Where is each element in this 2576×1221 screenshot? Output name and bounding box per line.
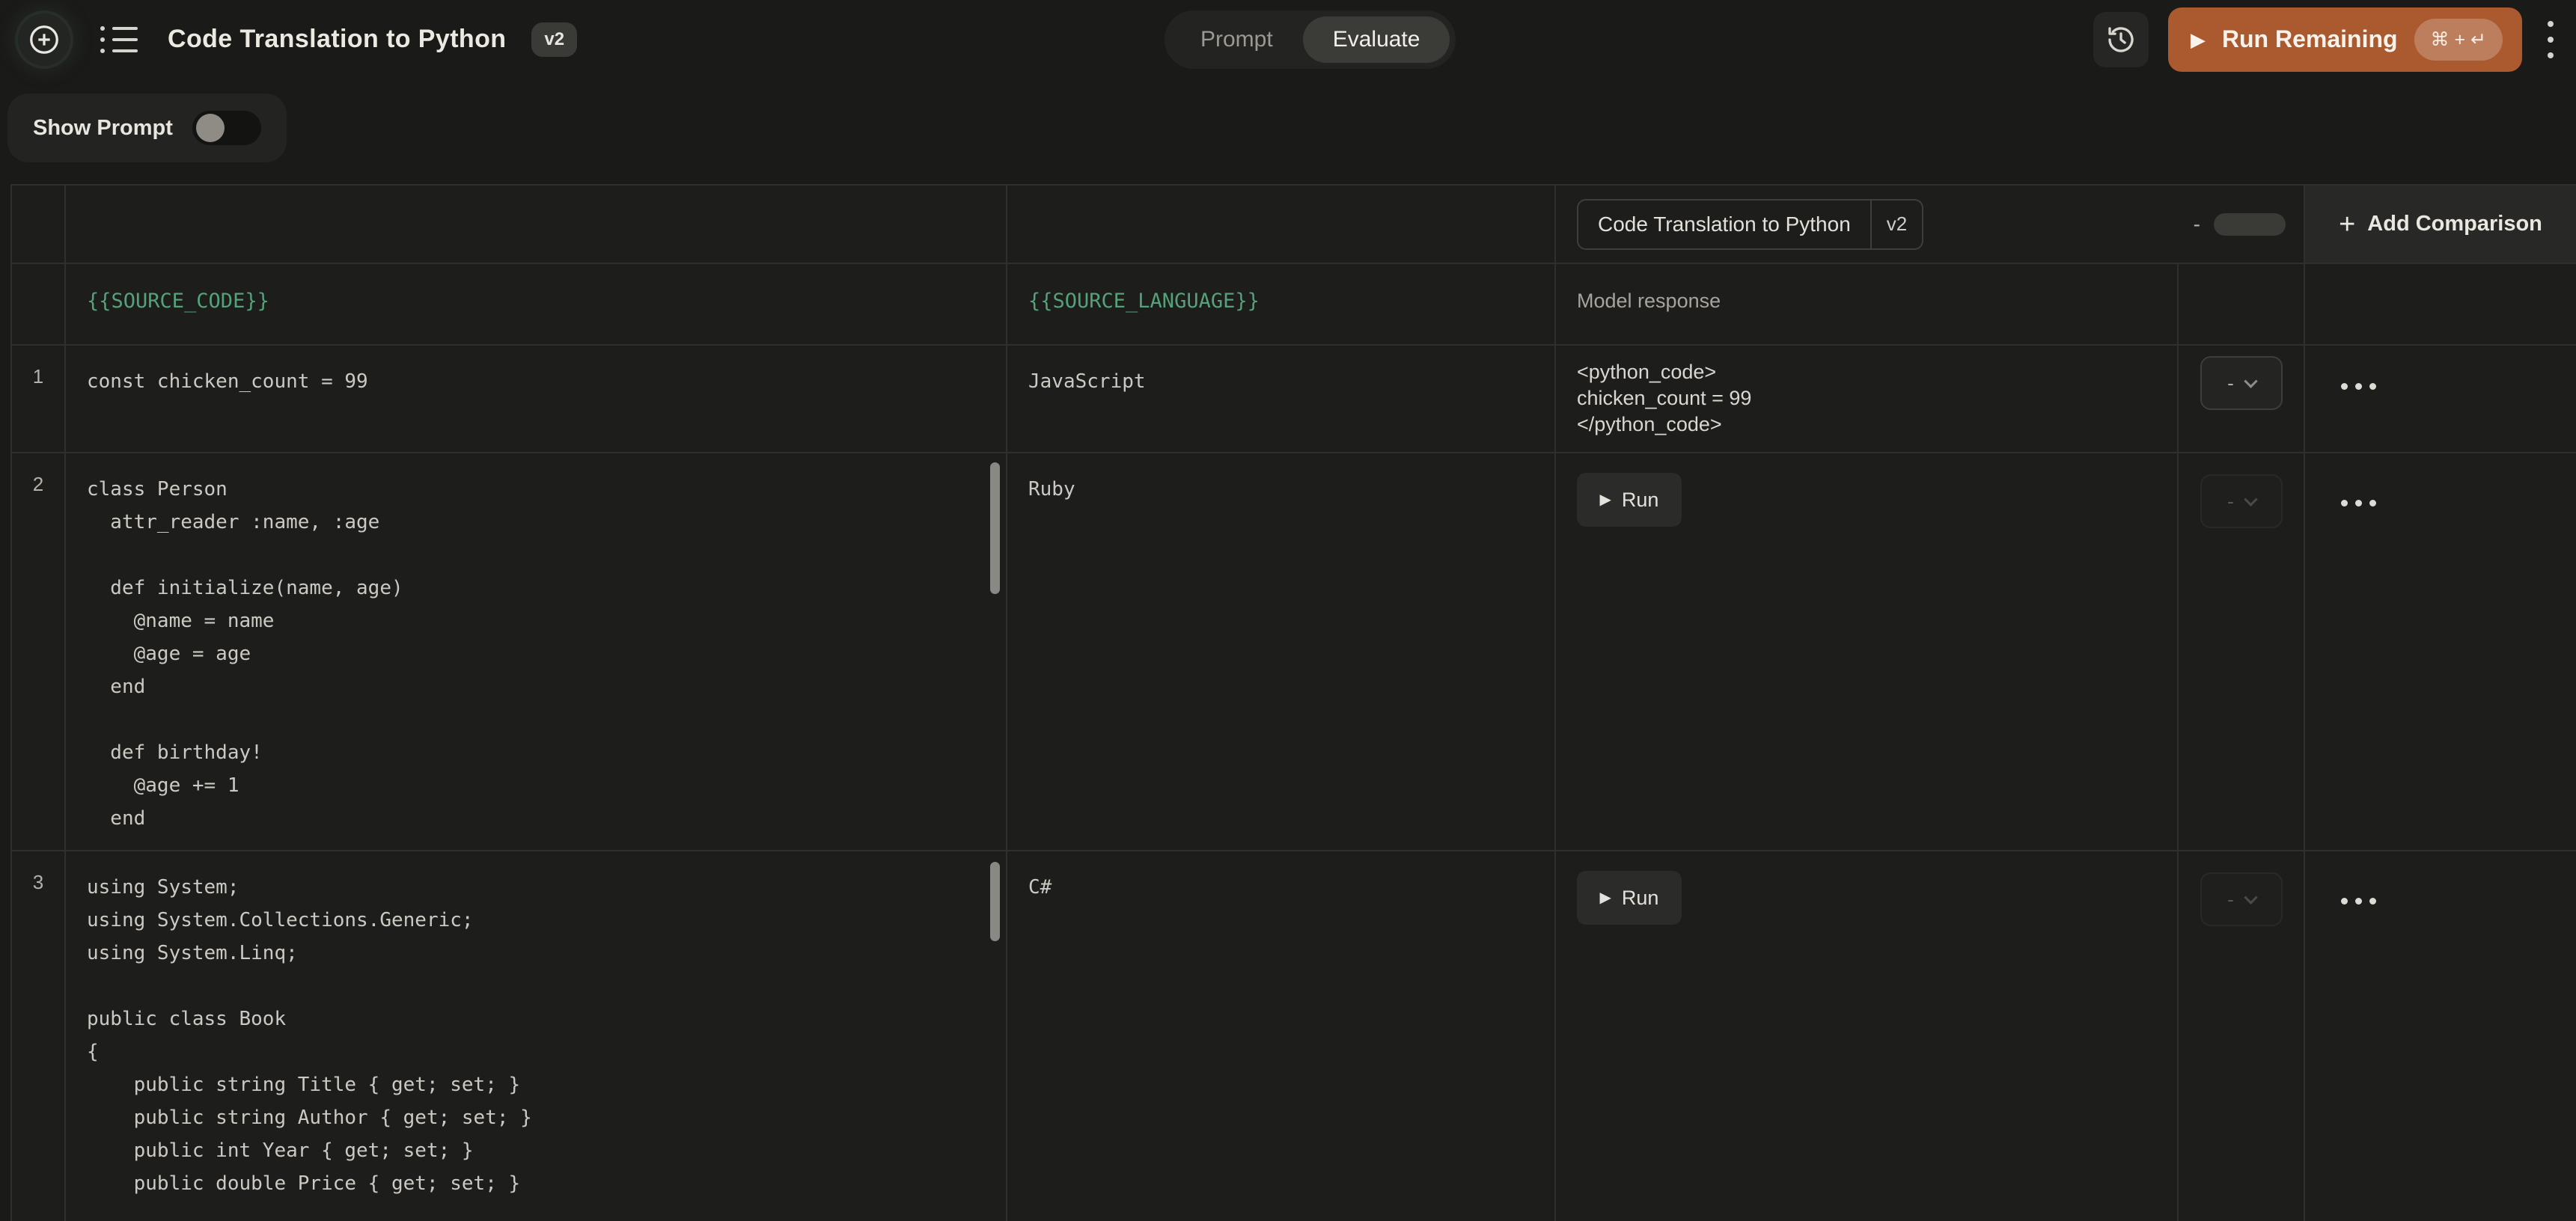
code-scrollbar[interactable] — [990, 462, 1000, 594]
model-response-cell[interactable]: <python_code> chicken_count = 99 </pytho… — [1556, 346, 2179, 453]
ellipsis-icon — [2341, 383, 2348, 390]
run-row-label: Run — [1622, 887, 1659, 910]
show-prompt-label: Show Prompt — [33, 116, 173, 141]
top-bar: Code Translation to Python v2 Prompt Eva… — [0, 0, 2576, 79]
source-code-value: const chicken_count = 99 — [87, 365, 985, 398]
source-code-cell[interactable]: class Person attr_reader :name, :age def… — [66, 453, 1007, 851]
row-number: 1 — [12, 346, 66, 453]
source-code-cell[interactable]: using System; using System.Collections.G… — [66, 851, 1007, 1221]
tab-prompt[interactable]: Prompt — [1171, 16, 1303, 63]
kebab-icon — [2548, 21, 2554, 27]
source-language-cell[interactable]: C# — [1007, 851, 1556, 1221]
column-header-model-response: Model response — [1556, 264, 2179, 346]
row-menu-button[interactable] — [2341, 383, 2576, 390]
toolbar-response-cell: Code Translation to Python v2 - — [1556, 186, 2305, 264]
history-icon — [2105, 23, 2137, 56]
run-row-button[interactable]: ▶ Run — [1577, 871, 1682, 925]
score-summary-value: - — [2194, 212, 2200, 236]
comparison-chip-name: Code Translation to Python — [1578, 212, 1870, 236]
row-menu-button[interactable] — [2341, 500, 2576, 507]
score-value: - — [2227, 372, 2234, 395]
toolbar-source-code-cell — [66, 186, 1007, 264]
top-bar-right: ▶ Run Remaining ⌘ + ↵ — [2093, 0, 2560, 79]
score-summary: - — [2194, 212, 2304, 236]
run-remaining-button[interactable]: ▶ Run Remaining ⌘ + ↵ — [2168, 7, 2522, 72]
new-item-button[interactable] — [18, 13, 70, 66]
score-dropdown[interactable]: - — [2200, 356, 2283, 410]
toolbar-rownum-cell — [12, 186, 66, 264]
score-value: - — [2227, 888, 2234, 911]
column-header-source-language: {{SOURCE_LANGUAGE}} — [1007, 264, 1556, 346]
prompt-list-button[interactable] — [96, 22, 142, 58]
page-title: Code Translation to Python — [168, 25, 506, 54]
play-icon: ▶ — [2191, 30, 2206, 49]
row-number: 2 — [12, 453, 66, 851]
chevron-down-icon — [2244, 890, 2257, 904]
score-cell: - — [2179, 346, 2305, 453]
comparison-chip[interactable]: Code Translation to Python v2 — [1577, 199, 1923, 250]
row-menu-button[interactable] — [2341, 898, 2576, 905]
list-icon — [100, 26, 138, 31]
chevron-down-icon — [2244, 492, 2257, 506]
run-row-button[interactable]: ▶ Run — [1577, 473, 1682, 527]
score-dropdown[interactable]: - — [2200, 474, 2283, 528]
show-prompt-toggle[interactable] — [192, 111, 261, 145]
code-scrollbar[interactable] — [990, 862, 1000, 941]
source-language-value: JavaScript — [1028, 365, 1533, 398]
source-language-value: Ruby — [1028, 473, 1533, 506]
version-badge: v2 — [531, 22, 577, 57]
top-bar-left: Code Translation to Python v2 — [18, 0, 577, 79]
actions-cell — [2305, 453, 2576, 851]
column-header-score — [2179, 264, 2305, 346]
source-code-value: using System; using System.Collections.G… — [87, 871, 985, 1200]
run-remaining-label: Run Remaining — [2222, 25, 2398, 53]
evaluation-table: Code Translation to Python v2 - + Add Co… — [10, 184, 2576, 1221]
source-language-cell[interactable]: JavaScript — [1007, 346, 1556, 453]
model-response-cell: ▶ Run — [1556, 453, 2179, 851]
play-icon: ▶ — [1600, 890, 1611, 905]
toggle-knob — [196, 114, 225, 142]
run-row-label: Run — [1622, 489, 1659, 512]
source-language-value: C# — [1028, 871, 1533, 904]
column-header-actions — [2305, 264, 2576, 346]
ellipsis-icon — [2341, 898, 2348, 905]
toolbar-source-language-cell — [1007, 186, 1556, 264]
add-comparison-button[interactable]: + Add Comparison — [2305, 186, 2576, 264]
score-cell: - — [2179, 851, 2305, 1221]
source-language-cell[interactable]: Ruby — [1007, 453, 1556, 851]
actions-cell — [2305, 851, 2576, 1221]
header-rownum-cell — [12, 264, 66, 346]
column-header-source-code: {{SOURCE_CODE}} — [66, 264, 1007, 346]
score-summary-bar — [2214, 213, 2286, 236]
more-options-button[interactable] — [2542, 15, 2560, 64]
source-code-cell[interactable]: const chicken_count = 99 — [66, 346, 1007, 453]
model-response-value: <python_code> chicken_count = 99 </pytho… — [1577, 359, 2156, 438]
show-prompt-control: Show Prompt — [7, 94, 287, 162]
row-number: 3 — [12, 851, 66, 1221]
keyboard-shortcut-badge: ⌘ + ↵ — [2414, 19, 2503, 61]
chevron-down-icon — [2244, 374, 2257, 388]
score-dropdown[interactable]: - — [2200, 872, 2283, 926]
mode-tabs: Prompt Evaluate — [1165, 10, 1456, 69]
tab-evaluate[interactable]: Evaluate — [1303, 16, 1450, 63]
source-code-value: class Person attr_reader :name, :age def… — [87, 473, 985, 835]
ellipsis-icon — [2341, 500, 2348, 507]
plus-icon: + — [2339, 210, 2355, 239]
score-value: - — [2227, 490, 2234, 513]
comparison-chip-version: v2 — [1870, 201, 1922, 248]
circle-plus-icon — [27, 22, 61, 57]
history-button[interactable] — [2093, 12, 2149, 67]
score-cell: - — [2179, 453, 2305, 851]
play-icon: ▶ — [1600, 492, 1611, 507]
actions-cell — [2305, 346, 2576, 453]
model-response-cell: ▶ Run — [1556, 851, 2179, 1221]
add-comparison-label: Add Comparison — [2367, 212, 2542, 236]
